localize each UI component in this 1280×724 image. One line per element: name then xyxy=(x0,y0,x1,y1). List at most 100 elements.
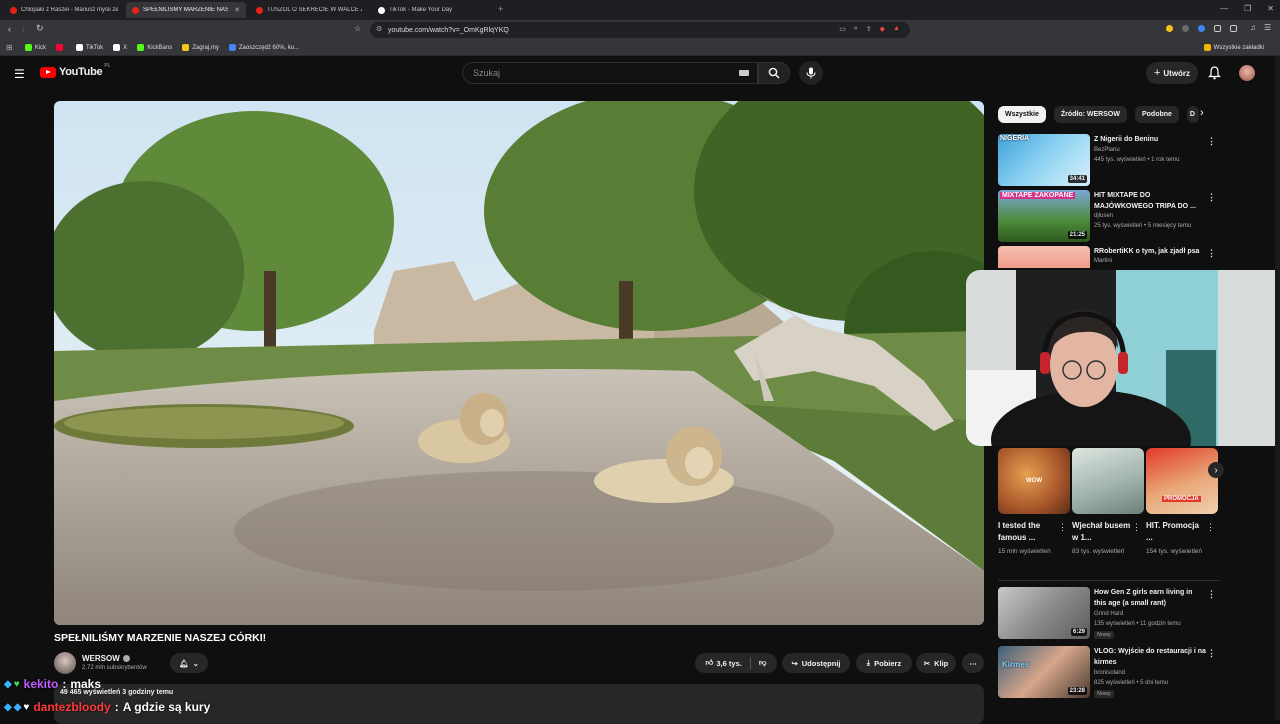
list-item[interactable]: NIGERIA 34:41 Z Nigerii do Beninu BezPla… xyxy=(998,134,1220,186)
channel-name[interactable]: bronisoland xyxy=(1094,670,1125,676)
page-scrollbar[interactable] xyxy=(1275,56,1280,720)
rewards-icon[interactable]: ▲ xyxy=(893,25,900,33)
keyboard-icon[interactable] xyxy=(739,70,749,76)
close-window-icon[interactable]: ✕ xyxy=(1267,4,1274,13)
short-title[interactable]: I tested the famous ... xyxy=(998,520,1058,544)
short-title[interactable]: Wjechał busem w 1... xyxy=(1072,520,1132,544)
video-player[interactable] xyxy=(54,101,984,625)
menu-icon[interactable]: ☰ xyxy=(1264,23,1271,32)
bookmark-item[interactable] xyxy=(56,44,66,51)
like-button[interactable]: 👍︎ 3,6 tys. xyxy=(706,658,742,668)
short-thumbnail[interactable]: WOW xyxy=(998,448,1070,514)
clip-button[interactable]: ✂ Klip xyxy=(916,653,956,673)
sidepanel-icon[interactable] xyxy=(1230,25,1237,32)
more-vert-icon[interactable]: ⋮ xyxy=(1058,522,1067,533)
chip-source[interactable]: Źródło: WERSOW xyxy=(1053,106,1127,123)
video-thumbnail[interactable] xyxy=(998,246,1090,268)
list-item[interactable]: RRobertiKK o tym, jak zjadł psa Martini … xyxy=(998,246,1220,268)
browser-tab[interactable]: TUSZOL O SEKRECIE W WALCE Z N... xyxy=(250,2,368,18)
list-item[interactable]: MIXTAPE ZAKOPANE 21:25 HIT MIXTAPE DO MA… xyxy=(998,190,1220,242)
chip-similar[interactable]: Podobne xyxy=(1134,106,1179,123)
minimize-icon[interactable]: — xyxy=(1220,4,1228,13)
address-bar[interactable]: ⚙ youtube.com/watch?v=_OmKgRlqYKQ ▭ ⌕ ⇪ … xyxy=(370,22,910,38)
bookmark-star-icon[interactable]: ☆ xyxy=(354,24,361,33)
shorts-next-button[interactable]: › xyxy=(1208,462,1224,478)
video-title[interactable]: VLOG: Wyjście do restauracji i na kirmes xyxy=(1094,646,1206,668)
zoom-icon[interactable]: ⌕ xyxy=(854,25,858,33)
create-button[interactable]: + Utwórz xyxy=(1146,62,1198,84)
bookmark-item[interactable]: TikTok xyxy=(76,44,103,51)
back-icon[interactable]: ‹ xyxy=(8,24,11,34)
all-bookmarks[interactable]: Wszystkie zakładki xyxy=(1203,44,1264,51)
share-button[interactable]: ↪ Udostępnij xyxy=(782,653,850,673)
browser-tab[interactable]: TikTok - Make Your Day xyxy=(372,2,492,18)
channel-avatar[interactable] xyxy=(54,652,76,674)
close-tab-icon[interactable]: ✕ xyxy=(234,6,240,14)
extension-icon[interactable] xyxy=(1198,25,1205,32)
short-thumbnail[interactable] xyxy=(1072,448,1144,514)
bookmark-item[interactable]: KickBans xyxy=(137,44,172,51)
search-button[interactable] xyxy=(758,62,790,84)
voice-search-button[interactable] xyxy=(799,61,823,85)
short-item[interactable]: WOW I tested the famous ... 15 mln wyświ… xyxy=(998,448,1070,557)
bookmark-item[interactable]: Kick xyxy=(24,44,46,51)
more-vert-icon[interactable]: ⋮ xyxy=(1207,136,1216,147)
video-title[interactable]: How Gen Z girls earn living in this age … xyxy=(1094,587,1206,609)
video-title[interactable]: Z Nigerii do Beninu xyxy=(1094,134,1206,145)
channel-name[interactable]: BezPlanu xyxy=(1094,147,1120,153)
bookmark-item[interactable]: Zagraj.my xyxy=(182,44,219,51)
list-item[interactable]: Kirmes 23:28 VLOG: Wyjście do restauracj… xyxy=(998,646,1220,698)
short-title[interactable]: HIT. Promocja ... xyxy=(1146,520,1206,544)
chip-more[interactable]: D xyxy=(1186,106,1199,123)
avatar[interactable] xyxy=(1239,65,1255,81)
browser-tab-active[interactable]: SPEŁNILIŚMY MARZENIE NASZ ✕ xyxy=(126,2,246,18)
channel-name[interactable]: Martini xyxy=(1094,258,1112,264)
chevron-right-icon[interactable]: › xyxy=(1200,107,1204,119)
video-title[interactable]: HIT MIXTAPE DO MAJÓWKOWEGO TRIPA DO ... xyxy=(1094,190,1206,212)
channel-name[interactable]: Grind Hard xyxy=(1094,611,1123,617)
subscribe-bell-button[interactable]: 🔔︎ ⌄ xyxy=(170,653,208,673)
apps-grid-icon[interactable]: ⊞ xyxy=(6,43,13,52)
cast-icon[interactable]: ▭ xyxy=(839,25,846,33)
maximize-icon[interactable]: ❐ xyxy=(1244,4,1251,13)
site-info-icon[interactable]: ⚙ xyxy=(376,25,382,33)
video-thumbnail[interactable]: NIGERIA 34:41 xyxy=(998,134,1090,186)
extension-icon[interactable] xyxy=(1182,25,1189,32)
thumbnail-text: MIXTAPE ZAKOPANE xyxy=(1000,192,1076,199)
extension-icon[interactable] xyxy=(1214,25,1221,32)
video-title[interactable]: RRobertiKK o tym, jak zjadł psa xyxy=(1094,246,1206,257)
short-thumbnail[interactable]: PROMOCJA xyxy=(1146,448,1218,514)
youtube-logo[interactable]: YouTube PL xyxy=(40,63,110,78)
more-vert-icon[interactable]: ⋮ xyxy=(1206,522,1215,533)
more-vert-icon[interactable]: ⋮ xyxy=(1207,648,1216,659)
short-item[interactable]: Wjechał busem w 1... 83 tys. wyświetleń … xyxy=(1072,448,1144,557)
channel-name[interactable]: WERSOW xyxy=(82,654,130,663)
brave-shield-icon[interactable]: ◆ xyxy=(880,25,885,33)
more-vert-icon[interactable]: ⋮ xyxy=(1207,589,1216,600)
short-item[interactable]: PROMOCJA HIT. Promocja ... 154 tys. wyśw… xyxy=(1146,448,1218,557)
bookmark-item[interactable]: X xyxy=(113,44,127,51)
extension-icon[interactable] xyxy=(1166,25,1173,32)
chip-all[interactable]: Wszystkie xyxy=(998,106,1046,123)
new-tab-icon[interactable]: + xyxy=(498,4,503,14)
more-vert-icon[interactable]: ⋮ xyxy=(1207,192,1216,203)
more-actions-button[interactable]: ⋯ xyxy=(962,653,984,673)
video-thumbnail[interactable]: Kirmes 23:28 xyxy=(998,646,1090,698)
channel-name[interactable]: djlusen xyxy=(1094,213,1113,219)
share-icon[interactable]: ⇪ xyxy=(866,25,872,33)
reload-icon[interactable]: ↻ xyxy=(36,23,44,34)
search-input[interactable]: Szukaj xyxy=(462,62,758,84)
more-vert-icon[interactable]: ⋮ xyxy=(1132,522,1141,533)
video-thumbnail[interactable]: 6:29 xyxy=(998,587,1090,639)
bookmark-item[interactable]: Zaoszczędź 60%, ku... xyxy=(228,44,299,51)
download-button[interactable]: ⤓ Pobierz xyxy=(856,653,912,673)
notifications-bell-icon[interactable] xyxy=(1208,66,1221,85)
media-icon[interactable]: ♫ xyxy=(1250,23,1256,32)
hamburger-menu-icon[interactable]: ☰ xyxy=(14,67,25,81)
forward-icon[interactable]: › xyxy=(22,24,25,34)
browser-tab[interactable]: Chlopaki z Raszei - Mariusz myśli że xyxy=(4,2,124,18)
video-thumbnail[interactable]: MIXTAPE ZAKOPANE 21:25 xyxy=(998,190,1090,242)
list-item[interactable]: 6:29 How Gen Z girls earn living in this… xyxy=(998,587,1220,639)
dislike-button[interactable]: 👎︎ xyxy=(759,658,767,668)
more-vert-icon[interactable]: ⋮ xyxy=(1207,248,1216,259)
